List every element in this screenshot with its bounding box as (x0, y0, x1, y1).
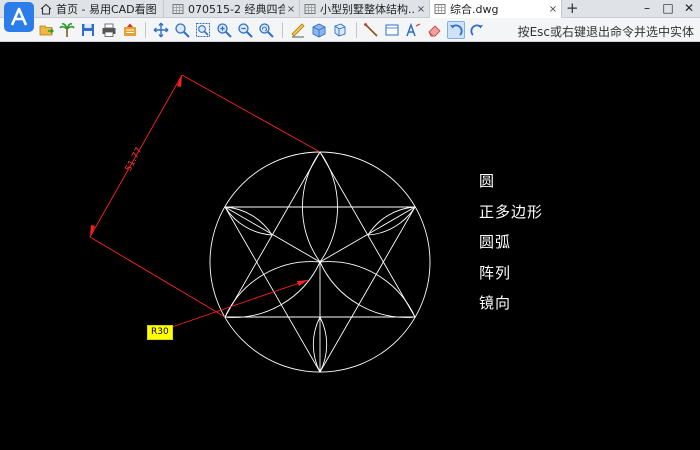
tab-close-button[interactable]: × (547, 4, 559, 15)
layer-button[interactable] (289, 21, 307, 39)
zoom-out-button[interactable] (236, 21, 254, 39)
spoke-line (319, 206, 416, 263)
app-logo-icon (10, 7, 28, 26)
palm-tree-icon (59, 23, 75, 37)
zoom-window-icon (175, 23, 190, 38)
measure-line-button[interactable] (362, 21, 380, 39)
drawing-icon (304, 3, 316, 15)
print-icon (102, 23, 116, 37)
plugin-button[interactable] (58, 21, 76, 39)
zoom-extents-button[interactable] (194, 21, 212, 39)
open-file-icon (39, 25, 54, 36)
tab-home[interactable]: 首页 - 易用CAD看图 (36, 0, 164, 18)
layer-icon (291, 23, 305, 38)
drawing-icon (434, 3, 446, 15)
legend: 圆 正多边形 圆弧 阵列 镜向 (479, 170, 543, 323)
measure-area-icon (385, 24, 399, 36)
cad-viewer-window: 首页 - 易用CAD看图 070515-2 经典四合... × 小型别墅整体结构… (0, 0, 700, 450)
maximize-button[interactable]: □ (661, 1, 675, 15)
drawing-canvas[interactable]: 51.77 R30 圆 正多边形 圆弧 阵列 镜向 (0, 42, 700, 450)
text-icon (406, 22, 421, 37)
3d-view-icon (334, 23, 346, 37)
3d-view-button[interactable] (331, 21, 349, 39)
tab-close-button[interactable]: × (415, 4, 427, 15)
tab-label: 070515-2 经典四合... (188, 3, 285, 16)
zoom-previous-icon (259, 23, 274, 38)
tab-close-button[interactable]: × (285, 4, 297, 15)
toolbar: 按Esc或右键退出命令并选中实体 (0, 18, 700, 42)
tab-drawing-2[interactable]: 小型别墅整体结构... × (300, 0, 430, 18)
erase-icon (428, 25, 441, 37)
cad-drawing: 51.77 (89, 74, 431, 373)
zoom-previous-button[interactable] (257, 21, 275, 39)
radius-label: R30 (147, 325, 173, 340)
minimize-button[interactable]: – (640, 1, 654, 15)
zoom-in-icon (217, 23, 232, 38)
drawing-icon (172, 3, 184, 15)
3d-box-icon (312, 23, 326, 38)
tab-drawing-active[interactable]: 综合.dwg × (430, 0, 562, 18)
dimension-arrow (177, 75, 182, 87)
command-hint: 按Esc或右键退出命令并选中实体 (517, 25, 694, 39)
zoom-in-button[interactable] (215, 21, 233, 39)
undo-icon (450, 24, 463, 36)
legend-item: 圆 (479, 172, 496, 190)
save-icon (82, 24, 94, 36)
erase-button[interactable] (425, 21, 443, 39)
radius-arrow (297, 280, 308, 286)
dimension-extension (89, 236, 226, 318)
share-button[interactable] (121, 21, 139, 39)
undo-button[interactable] (447, 21, 465, 39)
tab-label: 综合.dwg (450, 3, 499, 16)
redo-icon (470, 24, 483, 36)
legend-item: 圆弧 (479, 233, 512, 251)
app-logo[interactable] (4, 2, 34, 32)
zoom-window-button[interactable] (173, 21, 191, 39)
legend-item: 正多边形 (479, 202, 544, 221)
new-tab-button[interactable]: + (566, 0, 579, 17)
zoom-out-icon (238, 23, 253, 38)
dimension-text: 51.77 (124, 146, 145, 173)
tab-label: 小型别墅整体结构... (320, 3, 415, 16)
3d-box-button[interactable] (310, 21, 328, 39)
tab-label: 首页 - 易用CAD看图 (56, 3, 157, 16)
legend-item: 镜向 (479, 294, 512, 312)
redo-button[interactable] (468, 21, 486, 39)
pan-button[interactable] (152, 21, 170, 39)
spoke-line (224, 206, 321, 263)
zoom-extents-icon (196, 23, 210, 37)
tab-drawing-1[interactable]: 070515-2 经典四合... × (168, 0, 300, 18)
measure-area-button[interactable] (383, 21, 401, 39)
dimension-extension (181, 74, 321, 153)
text-button[interactable] (404, 21, 422, 39)
share-icon (124, 23, 136, 36)
home-icon (40, 3, 52, 15)
measure-line-icon (364, 23, 378, 37)
dimension-arrow (90, 225, 95, 237)
radius-leader (171, 279, 309, 328)
close-window-button[interactable]: ✕ (682, 1, 696, 15)
pan-icon (153, 22, 169, 38)
print-button[interactable] (100, 21, 118, 39)
tab-bar: 首页 - 易用CAD看图 070515-2 经典四合... × 小型别墅整体结构… (0, 0, 700, 32)
save-button[interactable] (79, 21, 97, 39)
open-file-button[interactable] (38, 21, 56, 39)
legend-item: 阵列 (479, 263, 512, 282)
